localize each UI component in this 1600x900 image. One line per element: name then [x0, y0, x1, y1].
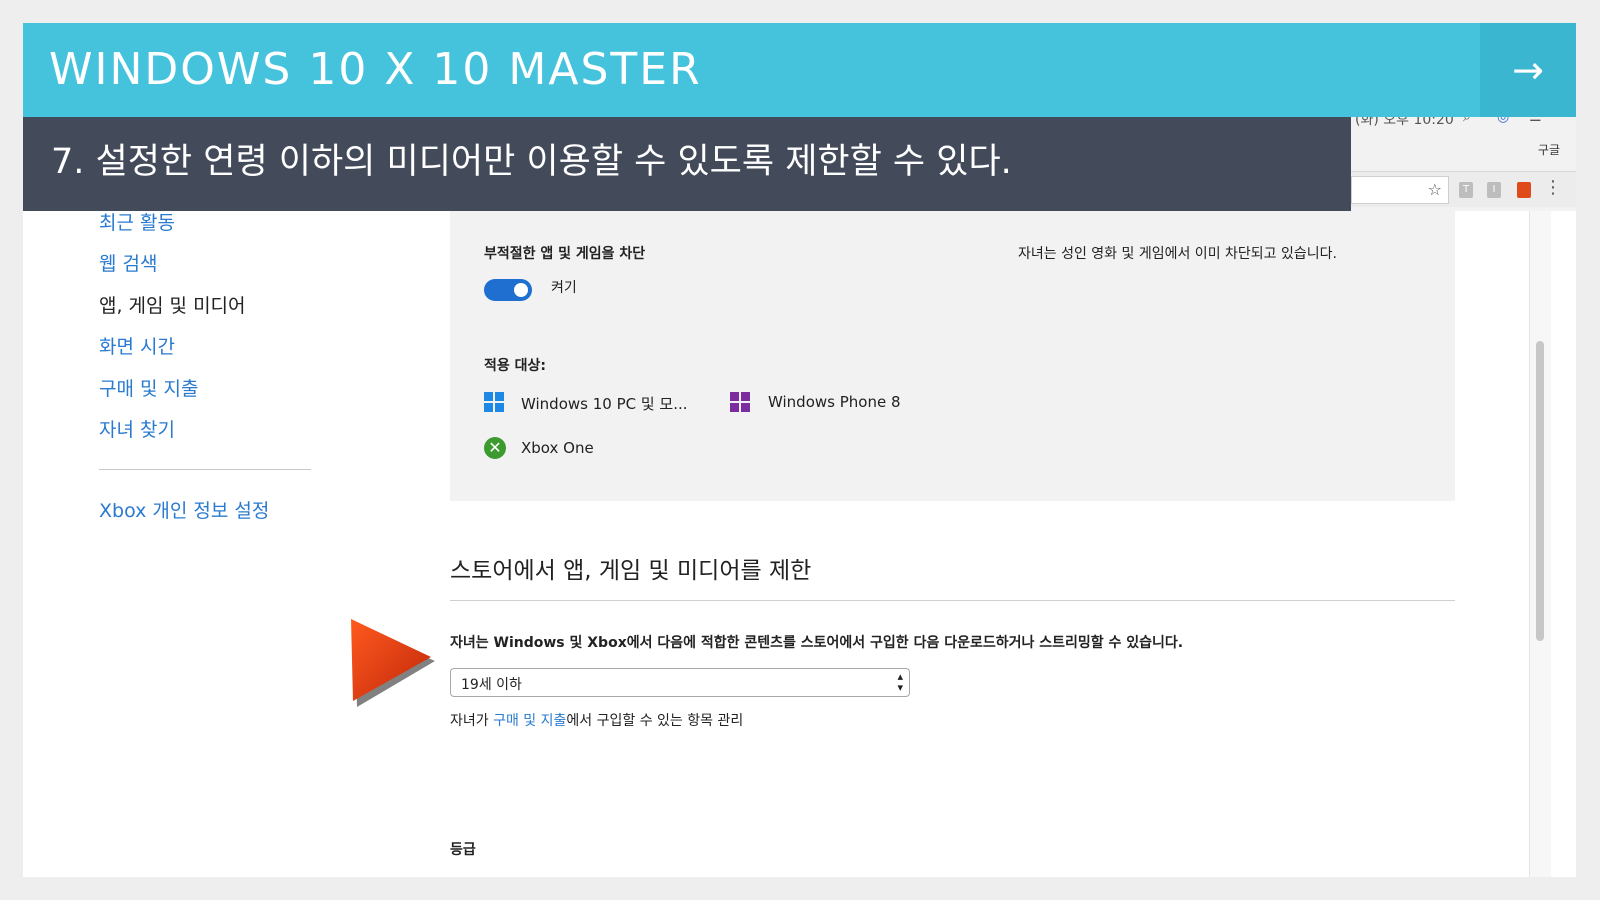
address-toolbar: ☆ T I ⋮	[1351, 171, 1576, 207]
windows-icon	[484, 392, 504, 412]
extension-t-icon[interactable]: T	[1459, 182, 1473, 198]
store-section-title: 스토어에서 앱, 게임 및 미디어를 제한	[450, 558, 812, 584]
applies-to-label: 적용 대상:	[484, 358, 546, 374]
header-banner: WINDOWS 10 X 10 MASTER →	[23, 23, 1576, 117]
toggle-knob	[514, 283, 528, 297]
xbox-privacy-link[interactable]: Xbox 개인 정보 설정	[99, 498, 269, 524]
block-heading: 부적절한 앱 및 게임을 차단	[484, 246, 646, 262]
rating-label: 등급	[450, 842, 476, 858]
caption-text: 7. 설정한 연령 이하의 미디어만 이용할 수 있도록 제한할 수 있다.	[51, 142, 1012, 182]
select-arrows-icon: ▴ ▾	[897, 670, 903, 694]
sidebar-item-screen-time[interactable]: 화면 시간	[99, 334, 175, 360]
slide: WINDOWS 10 X 10 MASTER → 7. 설정한 연령 이하의 미…	[23, 23, 1576, 877]
device-windows-pc: Windows 10 PC 및 모...	[521, 395, 688, 413]
windows-phone-icon	[730, 392, 750, 412]
age-select-value: 19세 이하	[461, 677, 522, 693]
store-description: 자녀는 Windows 및 Xbox에서 다음에 적합한 콘텐츠를 스토어에서 …	[450, 635, 1184, 651]
sidebar-item-recent-activity[interactable]: 최근 활동	[99, 210, 175, 236]
block-toggle[interactable]	[484, 279, 532, 301]
next-arrow-icon[interactable]: →	[1480, 23, 1576, 117]
extension-i-icon[interactable]: I	[1487, 182, 1501, 198]
device-windows-phone: Windows Phone 8	[768, 393, 901, 411]
block-note: 자녀는 성인 영화 및 게임에서 이미 차단되고 있습니다.	[1018, 246, 1337, 262]
device-xbox-one: Xbox One	[521, 439, 594, 457]
banner-title: WINDOWS 10 X 10 MASTER	[49, 44, 702, 95]
address-field[interactable]: ☆	[1351, 176, 1449, 204]
bookmark-star-icon[interactable]: ☆	[1428, 180, 1442, 199]
sidebar-item-web-search[interactable]: 웹 검색	[99, 251, 157, 277]
scrollbar-thumb[interactable]	[1536, 341, 1544, 641]
sidebar-item-apps-games-media[interactable]: 앱, 게임 및 미디어	[99, 293, 246, 319]
office-icon[interactable]	[1517, 182, 1531, 198]
sidebar-item-find-child[interactable]: 자녀 찾기	[99, 417, 175, 443]
caption-bar: 7. 설정한 연령 이하의 미디어만 이용할 수 있도록 제한할 수 있다.	[23, 117, 1351, 211]
sidebar-divider	[99, 469, 311, 470]
pointer-play-icon	[351, 619, 435, 707]
manage-suffix: 에서 구입할 수 있는 항목 관리	[566, 713, 744, 729]
purchases-link[interactable]: 구매 및 지출	[493, 713, 566, 729]
toggle-label: 켜기	[551, 280, 577, 296]
browser-chrome: (화) 오후 10:20 ⌕ ◎ ☰ 구글 ☆ T I ⋮	[1351, 111, 1576, 211]
section-divider	[450, 600, 1455, 601]
manage-prefix: 자녀가	[450, 713, 494, 729]
age-rating-select[interactable]: 19세 이하 ▴ ▾	[450, 668, 910, 697]
sidebar-item-purchases[interactable]: 구매 및 지출	[99, 376, 198, 402]
page-scrollbar[interactable]	[1529, 211, 1551, 877]
manage-purchases-line: 자녀가 구매 및 지출에서 구입할 수 있는 항목 관리	[450, 710, 743, 730]
search-provider-label[interactable]: 구글	[1538, 141, 1560, 158]
browser-menu-icon[interactable]: ⋮	[1544, 178, 1562, 198]
xbox-icon: ✕	[484, 437, 506, 459]
